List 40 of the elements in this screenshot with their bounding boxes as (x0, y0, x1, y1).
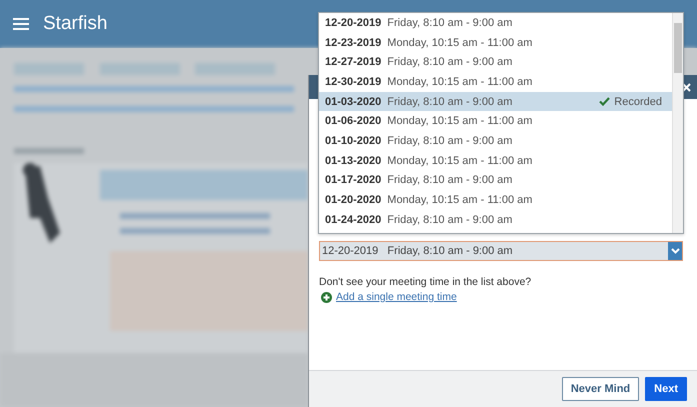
option-date: 01-06-2020 (325, 115, 382, 128)
option-date: 12-20-2019 (325, 16, 382, 29)
option-row[interactable]: 12-30-2019 Monday, 10:15 am - 11:00 am (319, 72, 672, 92)
option-row[interactable]: 12-20-2019 Friday, 8:10 am - 9:00 am (319, 13, 672, 33)
option-time: Friday, 8:10 am - 9:00 am (387, 134, 512, 147)
option-time: Monday, 10:15 am - 11:00 am (387, 115, 532, 128)
option-row[interactable]: 01-10-2020 Friday, 8:10 am - 9:00 am (319, 131, 672, 151)
option-row[interactable]: 01-06-2020 Monday, 10:15 am - 11:00 am (319, 111, 672, 132)
option-date: 01-13-2020 (325, 154, 382, 167)
option-date: 12-23-2019 (325, 36, 382, 49)
option-date: 01-24-2020 (325, 214, 382, 226)
option-date: 01-20-2020 (325, 194, 382, 206)
dialog-button[interactable]: Next (645, 377, 687, 401)
option-row[interactable]: 01-13-2020 Monday, 10:15 am - 11:00 am (319, 150, 672, 170)
option-row[interactable]: 12-27-2019 Friday, 8:10 am - 9:00 am (319, 52, 672, 72)
dialog-button[interactable]: Never Mind (562, 377, 640, 401)
option-row[interactable]: 01-20-2020 Monday, 10:15 am - 11:00 am (319, 190, 672, 210)
add-meeting-link[interactable]: Add a single meeting time (336, 291, 457, 303)
option-time: Monday, 10:15 am - 11:00 am (387, 76, 532, 88)
option-time: Monday, 10:15 am - 11:00 am (387, 36, 532, 49)
option-time: Friday, 8:10 am - 9:00 am (387, 56, 512, 68)
option-time: Friday, 8:10 am - 9:00 am (387, 214, 512, 226)
option-row[interactable]: 01-17-2020 Friday, 8:10 am - 9:00 am (319, 170, 672, 190)
status-label: Recorded (614, 96, 662, 108)
option-row[interactable]: 01-03-2020 Friday, 8:10 am - 9:00 am Recorded (319, 92, 672, 112)
option-time: Friday, 8:10 am - 9:00 am (387, 174, 512, 186)
option-date: 12-27-2019 (325, 56, 382, 68)
option-row[interactable]: 01-24-2020 Friday, 8:10 am - 9:00 am (319, 210, 672, 230)
meeting-time-select[interactable]: 12-20-2019 Friday, 8:10 am - 9:00 am (319, 241, 683, 261)
app-title: Starfish (43, 13, 108, 35)
option-time: Friday, 8:10 am - 9:00 am (387, 16, 512, 29)
option-row[interactable]: 12-23-2019 Monday, 10:15 am - 11:00 am (319, 32, 672, 52)
option-date: 12-30-2019 (325, 76, 382, 88)
option-date: 01-17-2020 (325, 174, 382, 186)
option-time: Monday, 10:15 am - 11:00 am (387, 154, 532, 167)
option-time: Monday, 10:15 am - 11:00 am (387, 194, 532, 206)
hint-text: Don't see your meeting time in the list above? (319, 276, 532, 288)
option-date: 01-10-2020 (325, 134, 382, 147)
option-time: Friday, 8:10 am - 9:00 am (387, 96, 512, 108)
option-date: 01-03-2020 (325, 96, 382, 108)
